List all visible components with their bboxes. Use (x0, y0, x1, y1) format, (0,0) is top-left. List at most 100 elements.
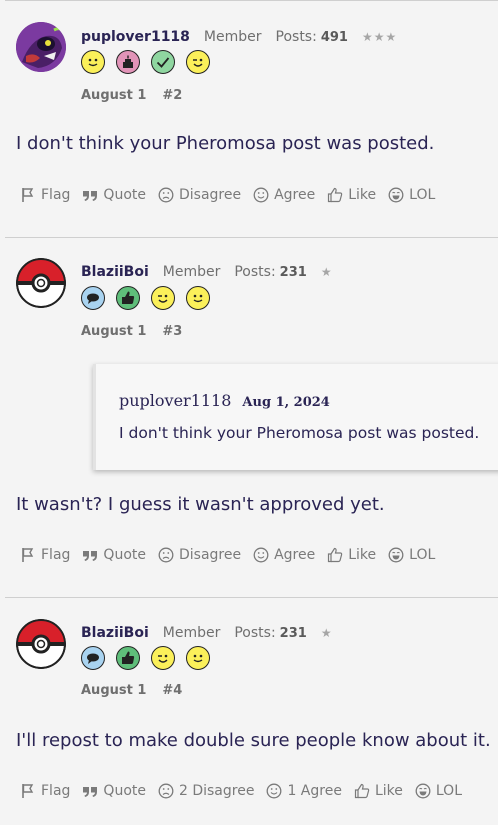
post-date-link[interactable]: August 1 (81, 683, 146, 698)
quote-icon (83, 787, 98, 797)
flag-button[interactable]: Flag (20, 783, 70, 799)
badge-row (81, 286, 210, 310)
smile-badge-icon[interactable] (81, 50, 105, 74)
user-role: Member (203, 29, 262, 45)
post-number-link[interactable]: #4 (162, 683, 182, 698)
post-date-link[interactable]: August 1 (81, 324, 146, 339)
lol-button[interactable]: LOL (415, 783, 462, 799)
user-info-line: BlaziiBoi Member Posts: 231 ★ (81, 625, 333, 641)
flag-button[interactable]: Flag (20, 547, 70, 563)
post-meta: August 1 #2 (81, 88, 182, 103)
flag-icon (22, 188, 34, 202)
lol-label: LOL (409, 187, 436, 203)
user-role: Member (162, 625, 221, 641)
post: BlaziiBoi Member Posts: 231 ★ August 1 #… (5, 597, 498, 825)
laugh-icon (388, 547, 404, 563)
quote-author-link[interactable]: puplover1118 (119, 391, 231, 410)
thumbs-up-icon (328, 187, 343, 203)
wink-badge-icon[interactable] (151, 286, 175, 310)
quote-block: puplover1118 Aug 1, 2024 I don't think y… (93, 364, 498, 470)
quote-label: Quote (103, 783, 146, 799)
thumbs-up-badge-icon[interactable] (116, 286, 140, 310)
flag-button[interactable]: Flag (20, 187, 70, 203)
post-meta: August 1 #3 (81, 324, 182, 339)
pokeball-avatar-icon (16, 619, 66, 669)
thumbs-up-badge-icon[interactable] (116, 646, 140, 670)
user-avatar[interactable] (16, 22, 66, 72)
lol-button[interactable]: LOL (388, 547, 435, 563)
speech-bubble-badge-icon[interactable] (81, 286, 105, 310)
user-avatar[interactable] (16, 619, 66, 669)
rank-stars: ★★★ (361, 30, 398, 44)
flag-icon (22, 784, 34, 798)
like-button[interactable]: Like (327, 547, 376, 563)
smile-icon (267, 783, 282, 799)
smile-badge-icon[interactable] (186, 286, 210, 310)
post-body: It wasn't? I guess it wasn't approved ye… (16, 494, 385, 515)
smile-icon (253, 187, 269, 203)
post: puplover1118 Member Posts: 491 ★★★ Augus… (5, 0, 498, 237)
user-info-line: BlaziiBoi Member Posts: 231 ★ (81, 264, 333, 280)
agree-button[interactable]: 1 Agree (266, 783, 342, 799)
post-count-label: Posts: (234, 264, 276, 280)
frown-icon (158, 187, 174, 203)
lol-button[interactable]: LOL (388, 187, 435, 203)
post-number-link[interactable]: #3 (162, 324, 182, 339)
badge-row (81, 646, 210, 670)
quote-icon (83, 191, 98, 201)
badge-row (81, 50, 210, 74)
disagree-button[interactable]: Disagree (158, 547, 241, 563)
post-body: I don't think your Pheromosa post was po… (16, 133, 435, 154)
post-meta: August 1 #4 (81, 683, 182, 698)
disagree-button[interactable]: Disagree (158, 187, 241, 203)
quote-button[interactable]: Quote (82, 783, 146, 799)
thumbs-up-icon (328, 547, 343, 563)
cake-badge-icon[interactable] (116, 50, 140, 74)
username-link[interactable]: BlaziiBoi (81, 625, 149, 641)
flag-label: Flag (41, 783, 71, 799)
user-info-line: puplover1118 Member Posts: 491 ★★★ (81, 29, 397, 45)
speech-bubble-badge-icon[interactable] (81, 646, 105, 670)
like-button[interactable]: Like (327, 187, 376, 203)
quote-icon (83, 551, 98, 561)
wink-badge-icon[interactable] (186, 50, 210, 74)
post-count: 231 (279, 626, 307, 641)
wink-badge-icon[interactable] (151, 646, 175, 670)
disagree-label: Disagree (178, 547, 242, 563)
agree-label: Agree (274, 187, 316, 203)
post-number-link[interactable]: #2 (162, 88, 182, 103)
post: BlaziiBoi Member Posts: 231 ★ August 1 #… (5, 237, 498, 597)
post-count-label: Posts: (234, 625, 276, 641)
post-date-link[interactable]: August 1 (81, 88, 146, 103)
agree-button[interactable]: Agree (253, 547, 315, 563)
smile-badge-icon[interactable] (186, 646, 210, 670)
user-role: Member (162, 264, 221, 280)
like-button[interactable]: Like (354, 783, 403, 799)
quote-header: puplover1118 Aug 1, 2024 (119, 391, 330, 410)
rank-stars: ★ (320, 626, 333, 640)
disagree-label: 2 Disagree (178, 783, 255, 799)
like-label: Like (348, 187, 377, 203)
quote-label: Quote (103, 187, 146, 203)
laugh-icon (415, 783, 431, 799)
post-actions: Flag Quote Disagree Agree Like LOL (20, 187, 447, 203)
flag-label: Flag (41, 547, 71, 563)
agree-button[interactable]: Agree (253, 187, 315, 203)
quote-button[interactable]: Quote (82, 187, 146, 203)
username-link[interactable]: puplover1118 (81, 29, 190, 45)
smile-icon (253, 547, 269, 563)
quote-button[interactable]: Quote (82, 547, 146, 563)
checkmark-badge-icon[interactable] (151, 50, 175, 74)
lol-label: LOL (409, 547, 436, 563)
quote-text: I don't think your Pheromosa post was po… (119, 424, 480, 442)
disagree-button[interactable]: 2 Disagree (158, 783, 254, 799)
purple-creature-avatar-icon (16, 22, 66, 72)
agree-label: 1 Agree (287, 783, 342, 799)
frown-icon (158, 783, 174, 799)
like-label: Like (348, 547, 377, 563)
thumbs-up-icon (354, 783, 370, 799)
flag-label: Flag (41, 187, 71, 203)
username-link[interactable]: BlaziiBoi (81, 264, 149, 280)
post-actions: Flag Quote Disagree Agree Like LOL (20, 547, 447, 563)
user-avatar[interactable] (16, 258, 66, 308)
